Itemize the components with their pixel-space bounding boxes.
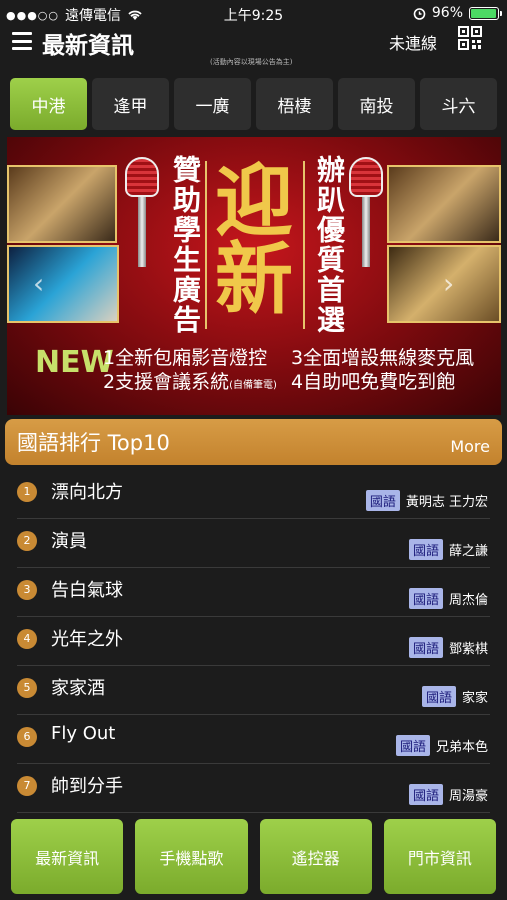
status-bar: ●●●○○ 遠傳電信 上午9:25 96% xyxy=(0,0,507,26)
language-badge: 國語 xyxy=(408,784,443,805)
rank-number: 5 xyxy=(17,678,37,698)
artist-name: 薛之謙 xyxy=(448,544,488,559)
branch-tabs: 中港 逢甲 一廣 梧棲 南投 斗六 xyxy=(10,78,497,130)
artist-name: 兄弟本色 xyxy=(435,740,488,755)
artist-name: 家家 xyxy=(461,691,488,706)
divider xyxy=(303,161,305,329)
bottom-nav: 最新資訊 手機點歌 遙控器 門市資訊 xyxy=(11,819,496,894)
app-header: 最新資訊 (活動內容以現場公告為主) 未連線 xyxy=(0,26,507,72)
alarm-icon xyxy=(413,7,426,20)
ranking-title: 國語排行 Top10 xyxy=(17,431,170,455)
room-photo xyxy=(7,245,119,323)
language-badge: 國語 xyxy=(395,735,430,756)
banner-feature: 2支援會議系統(自備筆電) xyxy=(103,371,277,393)
banner-left-vertical-text: 贊助學生廣告 xyxy=(169,155,202,335)
song-title: 帥到分手 xyxy=(51,776,123,797)
nav-store-info-button[interactable]: 門市資訊 xyxy=(383,819,496,894)
song-title: 光年之外 xyxy=(51,629,123,650)
song-title: Fly Out xyxy=(51,723,116,744)
rank-number: 6 xyxy=(17,727,37,747)
connection-status[interactable]: 未連線 xyxy=(389,30,437,54)
rank-number: 7 xyxy=(17,776,37,796)
ranking-list: 1 漂向北方 國語 黃明志 王力宏 2 演員 國語 薛之謙 3 告白氣球 國語 周杰倫… xyxy=(17,470,490,813)
hamburger-menu-icon[interactable] xyxy=(12,32,32,50)
banner-next-arrow-icon[interactable]: › xyxy=(443,267,454,300)
song-title: 演員 xyxy=(51,531,87,552)
tab-zhonggang[interactable]: 中港 xyxy=(10,78,87,130)
list-item[interactable]: 5 家家酒 國語 家家 xyxy=(17,666,490,715)
banner-feature: 1全新包廂影音燈控 xyxy=(103,347,268,369)
banner-prev-arrow-icon[interactable]: ‹ xyxy=(33,267,44,300)
rank-number: 3 xyxy=(17,580,37,600)
tab-nantou[interactable]: 南投 xyxy=(338,78,415,130)
list-item[interactable]: 3 告白氣球 國語 周杰倫 xyxy=(17,568,490,617)
activity-note: (活動內容以現場公告為主) xyxy=(210,58,293,66)
list-item[interactable]: 6 Fly Out 國語 兄弟本色 xyxy=(17,715,490,764)
artist-name: 周杰倫 xyxy=(448,593,488,608)
battery-percent: 96% xyxy=(431,5,463,21)
nav-latest-news-button[interactable]: 最新資訊 xyxy=(11,819,124,894)
list-item[interactable]: 1 漂向北方 國語 黃明志 王力宏 xyxy=(17,470,490,519)
tab-yiguang[interactable]: 一廣 xyxy=(174,78,251,130)
language-badge: 國語 xyxy=(408,539,443,560)
banner-main-char: 迎 xyxy=(215,156,294,247)
divider xyxy=(205,161,207,329)
rank-number: 4 xyxy=(17,629,37,649)
battery-level xyxy=(471,8,496,18)
language-badge: 國語 xyxy=(408,588,443,609)
ranking-header: 國語排行 Top10 More xyxy=(5,419,502,465)
tab-wuqi[interactable]: 梧棲 xyxy=(256,78,333,130)
list-item[interactable]: 7 帥到分手 國語 周湯豪 xyxy=(17,764,490,813)
artist-name: 周湯豪 xyxy=(448,789,488,804)
new-tag: NEW xyxy=(35,345,114,380)
microphone-icon xyxy=(349,157,383,267)
song-title: 漂向北方 xyxy=(51,482,123,503)
tab-fengjia[interactable]: 逢甲 xyxy=(92,78,169,130)
language-badge: 國語 xyxy=(365,490,400,511)
banner-feature: 3全面增設無線麥克風 xyxy=(291,347,475,369)
room-photo xyxy=(7,165,117,243)
rank-number: 2 xyxy=(17,531,37,551)
banner-main-char: 新 xyxy=(215,234,294,325)
room-photo xyxy=(387,165,501,243)
song-title: 家家酒 xyxy=(51,678,105,699)
banner-feature: 4自助吧免費吃到飽 xyxy=(291,371,456,393)
promo-banner[interactable]: 贊助學生廣告 迎 新 辦趴優質首選 ‹ › NEW 1全新包廂影音燈控 2支援會… xyxy=(7,137,501,415)
tab-douliu[interactable]: 斗六 xyxy=(420,78,497,130)
nav-song-request-button[interactable]: 手機點歌 xyxy=(135,819,248,894)
qr-code-icon[interactable] xyxy=(458,26,482,50)
rank-number: 1 xyxy=(17,482,37,502)
artist-name: 鄧紫棋 xyxy=(448,642,488,657)
battery-icon xyxy=(469,6,502,20)
page-title: 最新資訊 xyxy=(42,33,134,59)
song-title: 告白氣球 xyxy=(51,580,123,601)
more-link[interactable]: More xyxy=(450,437,490,456)
language-badge: 國語 xyxy=(421,686,456,707)
nav-remote-control-button[interactable]: 遙控器 xyxy=(259,819,372,894)
microphone-icon xyxy=(125,157,159,267)
list-item[interactable]: 4 光年之外 國語 鄧紫棋 xyxy=(17,617,490,666)
list-item[interactable]: 2 演員 國語 薛之謙 xyxy=(17,519,490,568)
language-badge: 國語 xyxy=(408,637,443,658)
artist-name: 黃明志 王力宏 xyxy=(405,495,488,510)
banner-right-vertical-text: 辦趴優質首選 xyxy=(313,155,346,335)
